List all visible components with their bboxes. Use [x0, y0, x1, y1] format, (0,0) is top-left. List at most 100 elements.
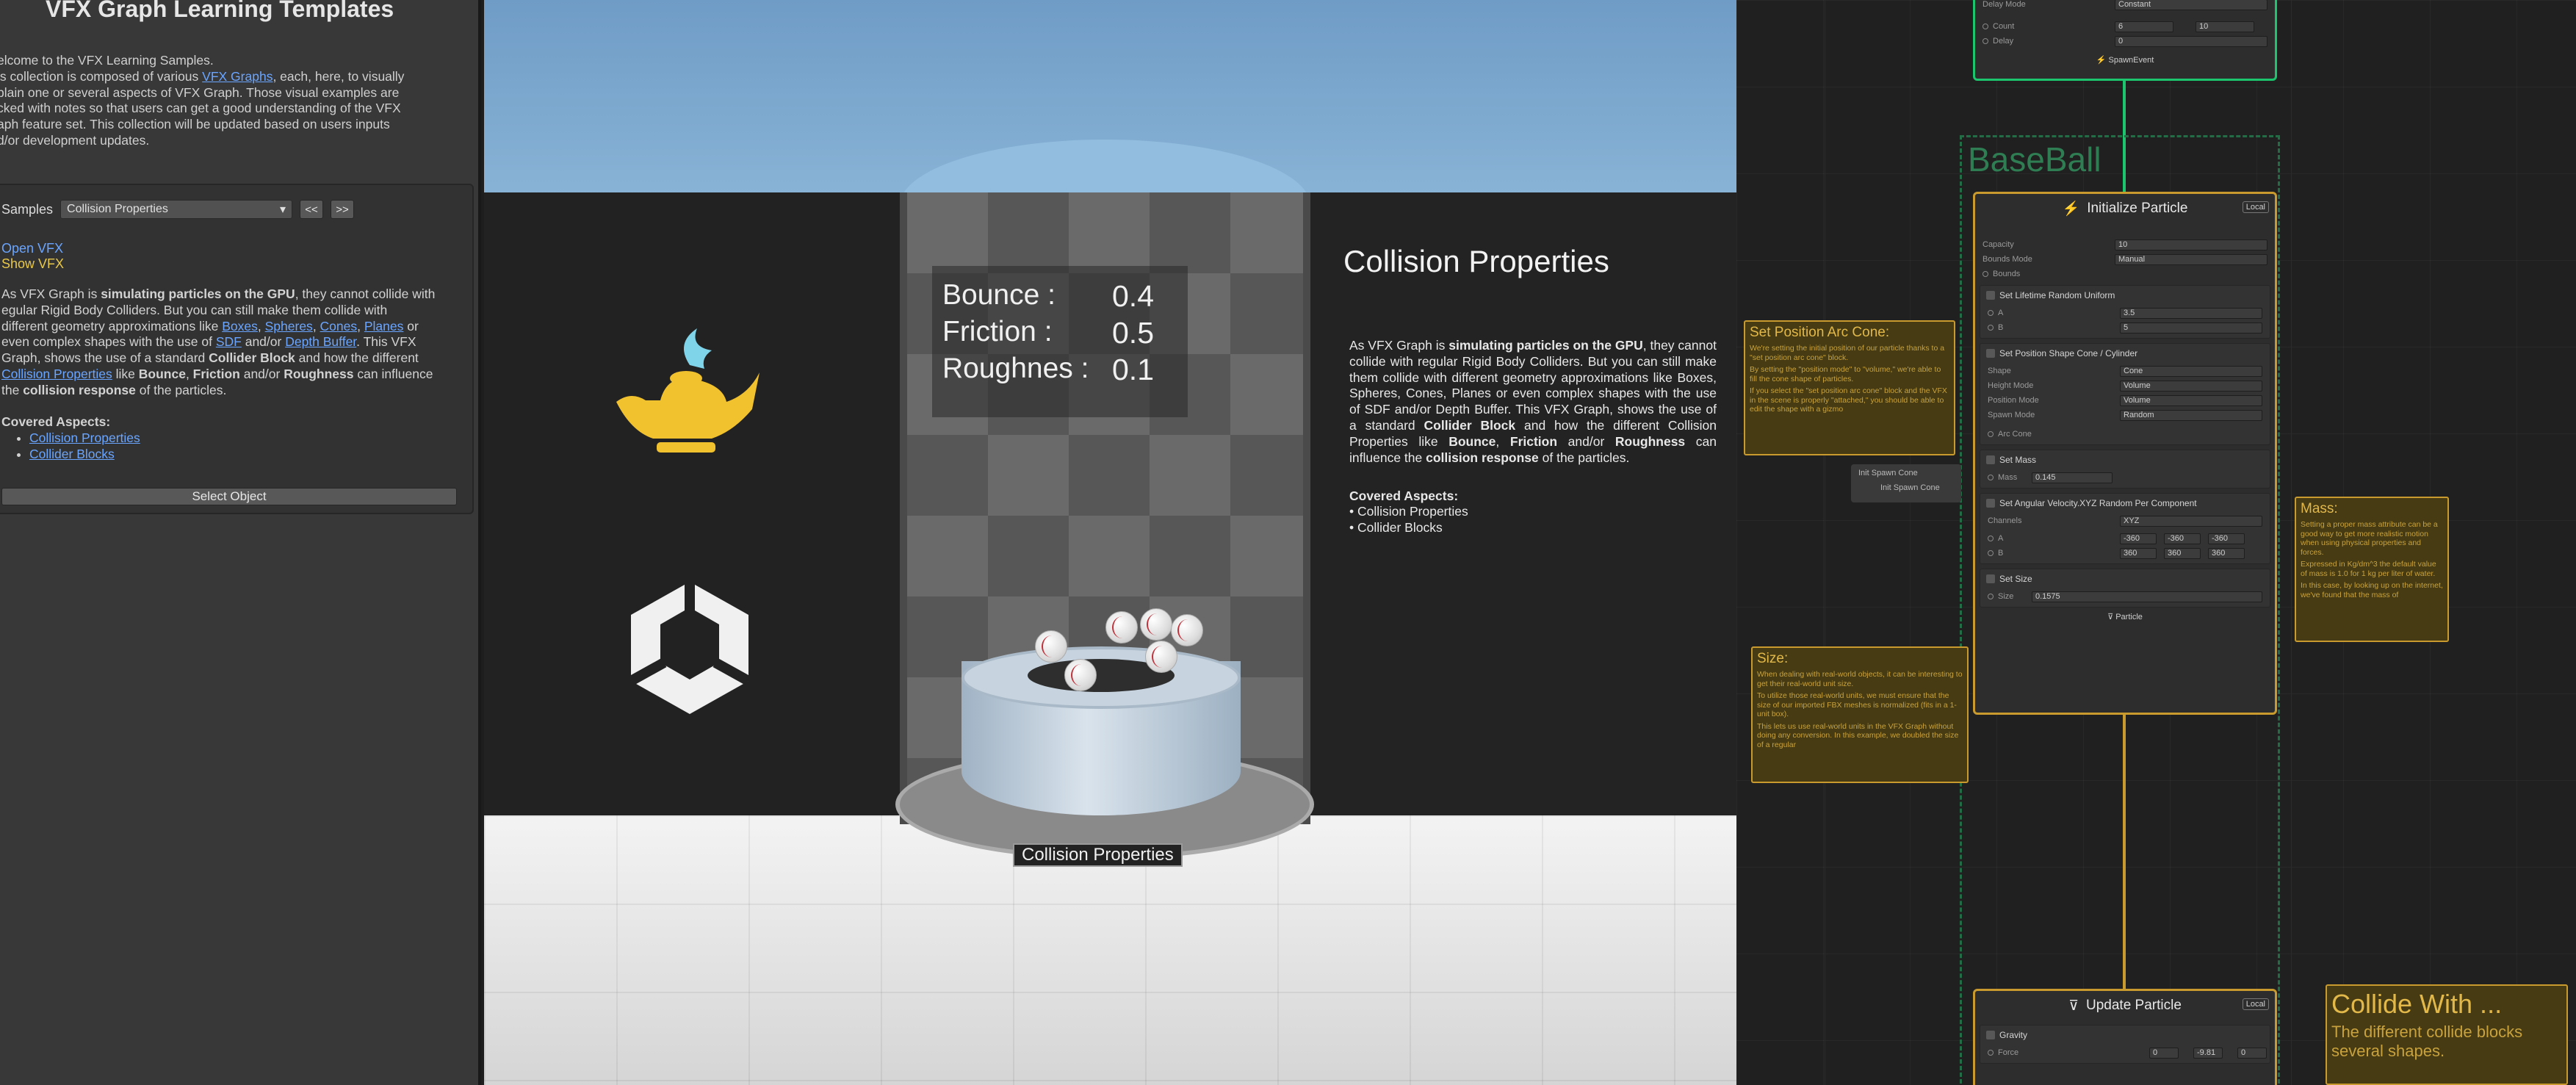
vfx-graph-view[interactable]: Delay Mode Constant Count 6 10 Delay 0 ⚡ Spa… — [1736, 0, 2576, 1085]
block-header: Set Mass — [1980, 450, 2270, 469]
update-context[interactable]: ⊽ Update Particle Local Gravity Force 0 -9.8… — [1973, 989, 2277, 1085]
port-icon[interactable] — [1982, 38, 1988, 44]
planes-link[interactable]: Planes — [364, 319, 404, 334]
ang-b-z-field[interactable]: 360 — [2208, 547, 2245, 559]
position-shape-block[interactable]: Set Position Shape Cone / Cylinder Shape… — [1980, 343, 2270, 445]
context-header: ⚡ Initialize Particle Local — [1975, 194, 2275, 223]
desc-span: and/or — [239, 366, 284, 381]
block-toggle[interactable] — [1986, 499, 1995, 508]
subgraph-output[interactable]: Init Spawn Cone — [1851, 482, 1961, 492]
param-row: Bounds Mode Manual — [1982, 253, 2267, 266]
ang-b-y-field[interactable]: 360 — [2164, 547, 2201, 559]
genie-lamp-icon — [616, 328, 760, 453]
block-header: Set Size — [1980, 569, 2270, 588]
next-sample-button[interactable]: >> — [331, 200, 355, 219]
delay-mode-select[interactable]: Constant — [2115, 0, 2267, 10]
block-toggle[interactable] — [1986, 574, 1995, 583]
depth-buffer-link[interactable]: Depth Buffer — [285, 334, 356, 349]
note-body: When dealing with real-world objects, it… — [1757, 670, 1963, 688]
bounds-mode-select[interactable]: Manual — [2115, 253, 2267, 265]
angular-velocity-block[interactable]: Set Angular Velocity.XYZ Random Per Comp… — [1980, 493, 2270, 564]
channels-select[interactable]: XYZ — [2120, 515, 2262, 527]
samples-row: Samples Collision Properties ▾ << >> — [1, 200, 355, 219]
force-x-field[interactable]: 0 — [2149, 1047, 2179, 1059]
vfx-graphs-link[interactable]: VFX Graphs — [202, 69, 273, 84]
spawn-mode-select[interactable]: Random — [2120, 409, 2262, 421]
desc-bold: Collider Block — [209, 350, 295, 366]
mass-field[interactable]: 0.145 — [2032, 472, 2113, 483]
block-header: Set Position Shape Cone / Cylinder — [1980, 344, 2270, 363]
desc-span: even complex shapes with the use of — [1, 334, 216, 350]
block-toggle[interactable] — [1986, 349, 1995, 358]
shape-select[interactable]: Cone — [2120, 365, 2262, 377]
block-toggle[interactable] — [1986, 455, 1995, 464]
spawn-context[interactable]: Delay Mode Constant Count 6 10 Delay 0 ⚡ Spa… — [1973, 0, 2277, 81]
ang-a-y-field[interactable]: -360 — [2164, 533, 2201, 544]
mass-block[interactable]: Set Mass Mass 0.145 — [1980, 450, 2270, 489]
spawn-event-output[interactable]: ⚡ SpawnEvent — [1975, 55, 2275, 65]
system-title[interactable]: BaseBall — [1968, 140, 2101, 179]
ang-a-z-field[interactable]: -360 — [2208, 533, 2245, 544]
desc-bold: simulating particles on the GPU — [101, 286, 295, 301]
count-y-field[interactable]: 10 — [2196, 21, 2254, 32]
sticky-note-size[interactable]: Size: When dealing with real-world objec… — [1751, 646, 1969, 783]
block-toggle[interactable] — [1986, 291, 1995, 300]
show-vfx-link[interactable]: Show VFX — [1, 256, 64, 272]
port-icon[interactable] — [1988, 325, 1994, 331]
note-body: In this case, by looking up on the inter… — [2301, 581, 2443, 599]
initialize-context[interactable]: ⚡ Initialize Particle Local Capacity 10 Bou… — [1973, 192, 2277, 715]
size-block[interactable]: Set Size Size 0.1575 — [1980, 569, 2270, 608]
cones-link[interactable]: Cones — [320, 319, 358, 334]
collision-properties-link[interactable]: Collision Properties — [1, 367, 112, 381]
port-icon[interactable] — [1988, 550, 1994, 556]
covered-link[interactable]: Collider Blocks — [29, 447, 115, 461]
output-label: Particle — [2115, 613, 2143, 621]
port-icon[interactable] — [1988, 310, 1994, 316]
particle-output[interactable]: ⊽ Particle — [1975, 612, 2275, 621]
count-x-field[interactable]: 6 — [2115, 21, 2173, 32]
covered-link[interactable]: Collision Properties — [29, 430, 140, 445]
game-view[interactable]: Bounce :0.4 Friction :0.5 Roughnes :0.1 … — [484, 0, 1736, 1085]
sticky-note-collide[interactable]: Collide With ... The different collide b… — [2326, 984, 2568, 1085]
position-mode-select[interactable]: Volume — [2120, 394, 2262, 406]
lifetime-b-field[interactable]: 5 — [2120, 322, 2262, 334]
port-icon[interactable] — [1988, 475, 1994, 480]
param-label: A — [1998, 534, 2004, 543]
prev-sample-button[interactable]: << — [300, 200, 324, 219]
baseball — [1140, 608, 1172, 641]
param-label: Force — [1998, 1048, 2019, 1057]
ang-b-x-field[interactable]: 360 — [2120, 547, 2157, 559]
space-badge[interactable]: Local — [2242, 201, 2269, 213]
port-icon[interactable] — [1988, 594, 1994, 599]
spheres-link[interactable]: Spheres — [265, 319, 313, 334]
list-item[interactable]: Collider Blocks — [29, 447, 140, 463]
gravity-block[interactable]: Gravity Force 0 -9.81 0 — [1980, 1025, 2270, 1064]
boxes-link[interactable]: Boxes — [222, 319, 258, 334]
block-toggle[interactable] — [1986, 1031, 1995, 1039]
lifetime-block[interactable]: Set Lifetime Random Uniform A 3.5 B5 — [1980, 285, 2270, 339]
sticky-note-mass[interactable]: Mass: Setting a proper mass attribute ca… — [2295, 497, 2449, 642]
force-y-field[interactable]: -9.81 — [2193, 1047, 2223, 1059]
height-mode-select[interactable]: Volume — [2120, 380, 2262, 392]
sdf-link[interactable]: SDF — [216, 334, 242, 349]
subgraph-operator[interactable]: Init Spawn Cone Init Spawn Cone — [1851, 464, 1961, 502]
port-icon[interactable] — [1982, 24, 1988, 29]
port-icon[interactable] — [1988, 431, 1994, 437]
port-icon[interactable] — [1988, 1050, 1994, 1056]
lifetime-a-field[interactable]: 3.5 — [2120, 307, 2262, 319]
list-item[interactable]: Collision Properties — [29, 430, 140, 447]
force-z-field[interactable]: 0 — [2237, 1047, 2267, 1059]
port-icon[interactable] — [1988, 536, 1994, 541]
wall-covered-title: Covered Aspects: — [1349, 489, 1459, 503]
size-field[interactable]: 0.1575 — [2032, 591, 2262, 602]
stat-label: Roughnes : — [942, 353, 1089, 384]
sticky-note-arc-cone[interactable]: Set Position Arc Cone: We're setting the… — [1744, 320, 1955, 455]
space-badge[interactable]: Local — [2242, 998, 2269, 1010]
ang-a-x-field[interactable]: -360 — [2120, 533, 2157, 544]
open-vfx-link[interactable]: Open VFX — [1, 241, 63, 256]
delay-field[interactable]: 0 — [2115, 35, 2267, 47]
port-icon[interactable] — [1982, 271, 1988, 277]
select-object-button[interactable]: Select Object — [1, 488, 457, 505]
capacity-field[interactable]: 10 — [2115, 239, 2267, 250]
samples-dropdown[interactable]: Collision Properties ▾ — [60, 200, 293, 219]
